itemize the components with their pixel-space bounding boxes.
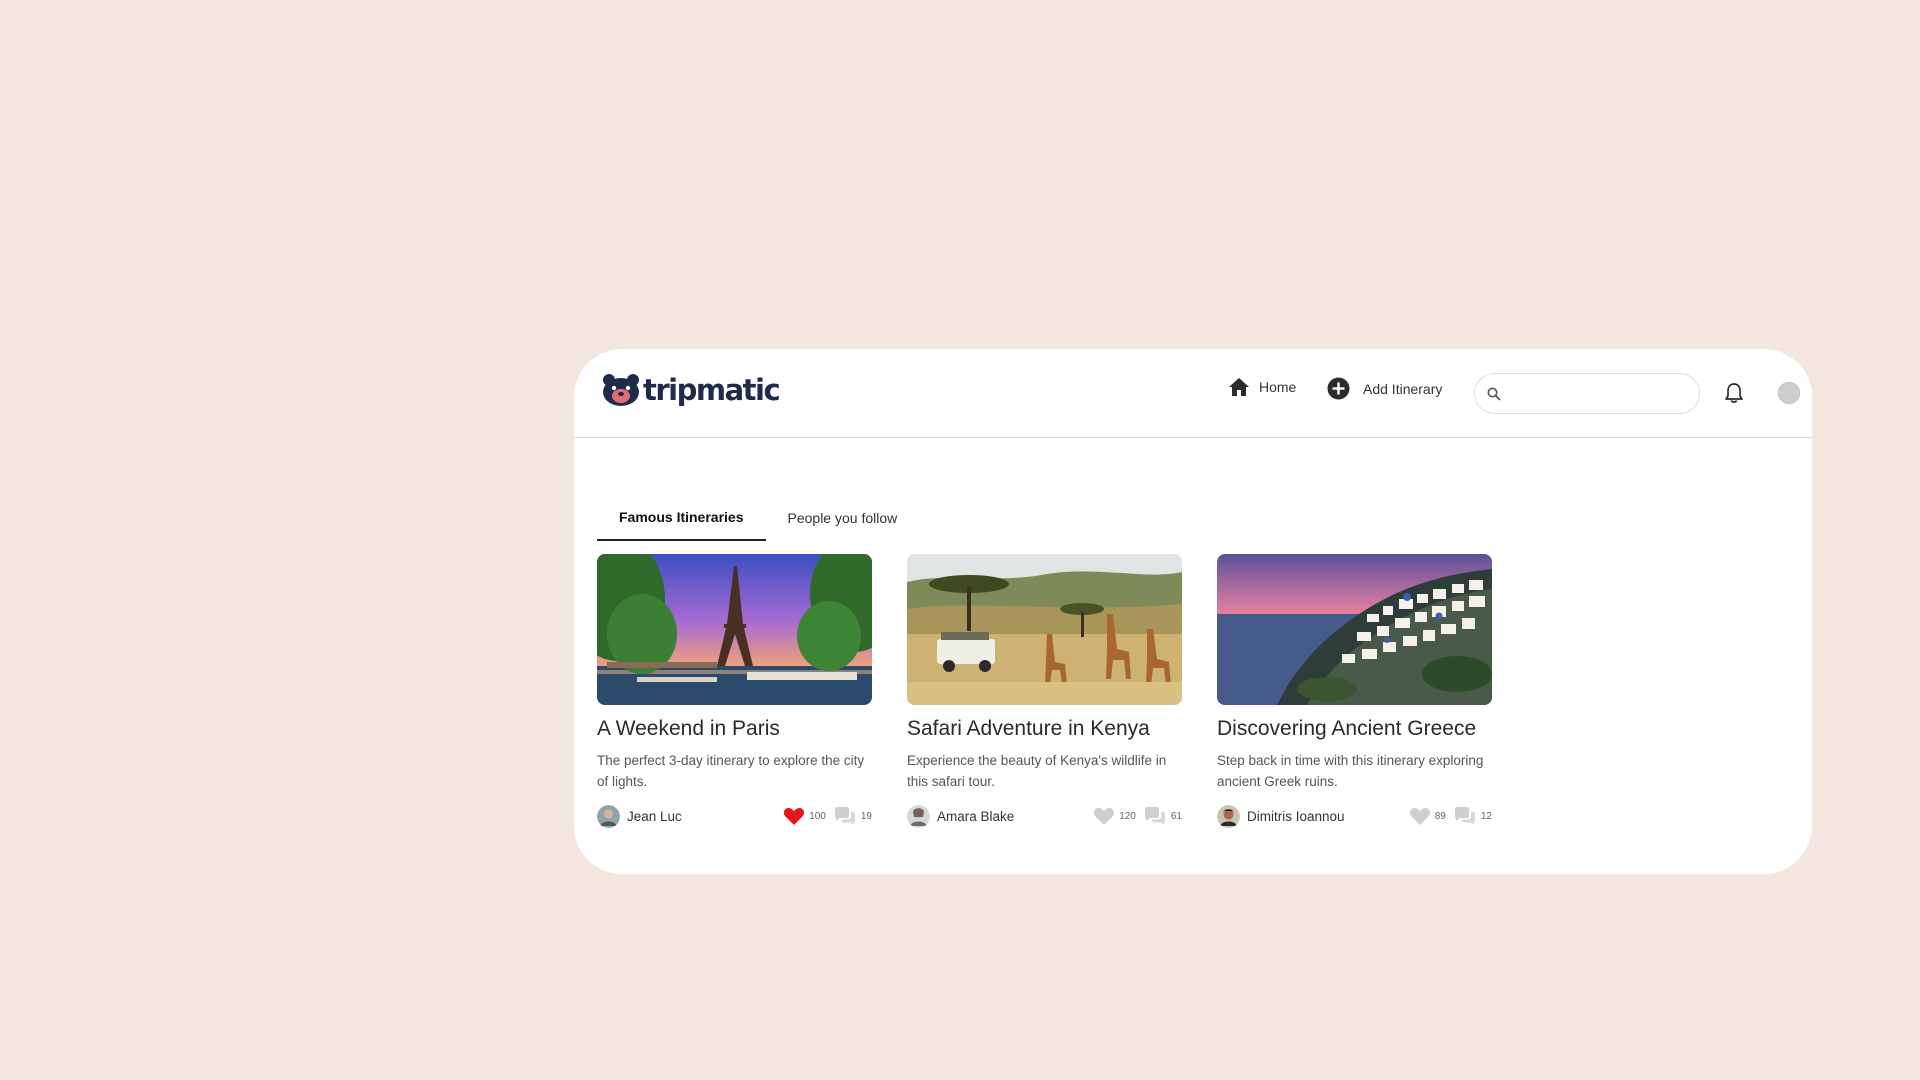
author-name[interactable]: Jean Luc [627,809,776,824]
author-avatar[interactable] [1217,804,1240,828]
card-meta: Jean Luc 100 19 [597,804,872,828]
tab-people-you-follow[interactable]: People you follow [766,494,920,541]
comments-count: 12 [1480,810,1492,822]
card-title[interactable]: Safari Adventure in Kenya [907,714,1182,744]
heart-icon[interactable] [1409,806,1431,826]
card-title[interactable]: A Weekend in Paris [597,714,872,744]
card-meta: Amara Blake 120 61 [907,804,1182,828]
author-name[interactable]: Amara Blake [937,809,1086,824]
itinerary-card[interactable]: Safari Adventure in Kenya Experience the… [907,554,1182,828]
comments-stat: 61 [1143,806,1182,826]
app-window: tripmatic Home Add Itinerary Famous Itin… [574,349,1812,874]
brand-logo[interactable]: tripmatic [601,373,781,407]
itinerary-card[interactable]: Discovering Ancient Greece Step back in … [1217,554,1492,828]
search-input[interactable] [1507,378,1699,409]
comment-icon[interactable] [1143,806,1167,826]
nav-home-label: Home [1259,379,1297,395]
likes-stat: 89 [1409,806,1446,826]
nav-add-itinerary-label: Add Itinerary [1363,380,1443,397]
card-description: The perfect 3-day itinerary to explore t… [597,753,865,789]
likes-count: 89 [1434,810,1446,822]
comment-icon[interactable] [1453,806,1477,826]
card-description: Step back in time with this itinerary ex… [1217,753,1484,789]
kenya-safari-image[interactable] [907,554,1182,705]
card-meta: Dimitris Ioannou 89 12 [1217,804,1492,828]
author-avatar[interactable] [907,804,930,828]
comments-count: 19 [860,810,872,822]
top-navbar: tripmatic Home Add Itinerary [574,349,1812,438]
tab-famous-itineraries[interactable]: Famous Itineraries [597,494,766,541]
likes-stat: 120 [1093,806,1136,826]
heart-icon[interactable] [783,806,805,826]
search-box[interactable] [1474,373,1700,414]
nav-add-itinerary-link[interactable]: Add Itinerary [1327,377,1442,400]
paris-eiffel-tower-image[interactable] [597,554,872,705]
home-icon [1229,378,1249,396]
nav-home-link[interactable]: Home [1228,377,1296,397]
santorini-greece-image[interactable] [1217,554,1492,705]
itinerary-card[interactable]: A Weekend in Paris The perfect 3-day iti… [597,554,872,828]
brand-name: tripmatic [643,373,781,407]
bell-icon[interactable] [1724,382,1744,404]
comments-stat: 12 [1453,806,1492,826]
tab-bar: Famous Itineraries People you follow [597,494,919,541]
comment-icon[interactable] [833,806,857,826]
likes-stat: 100 [783,806,826,826]
user-avatar[interactable] [1778,382,1800,404]
plus-circle-icon [1327,377,1350,400]
author-avatar[interactable] [597,804,620,828]
comments-stat: 19 [833,806,872,826]
author-name[interactable]: Dimitris Ioannou [1247,809,1402,824]
search-icon [1487,387,1501,401]
card-description: Experience the beauty of Kenya's wildlif… [907,753,1167,789]
heart-icon[interactable] [1093,806,1115,826]
card-title[interactable]: Discovering Ancient Greece [1217,714,1492,744]
likes-count: 100 [809,810,826,822]
likes-count: 120 [1119,810,1136,822]
comments-count: 61 [1170,810,1182,822]
bear-logo-icon [603,374,639,406]
